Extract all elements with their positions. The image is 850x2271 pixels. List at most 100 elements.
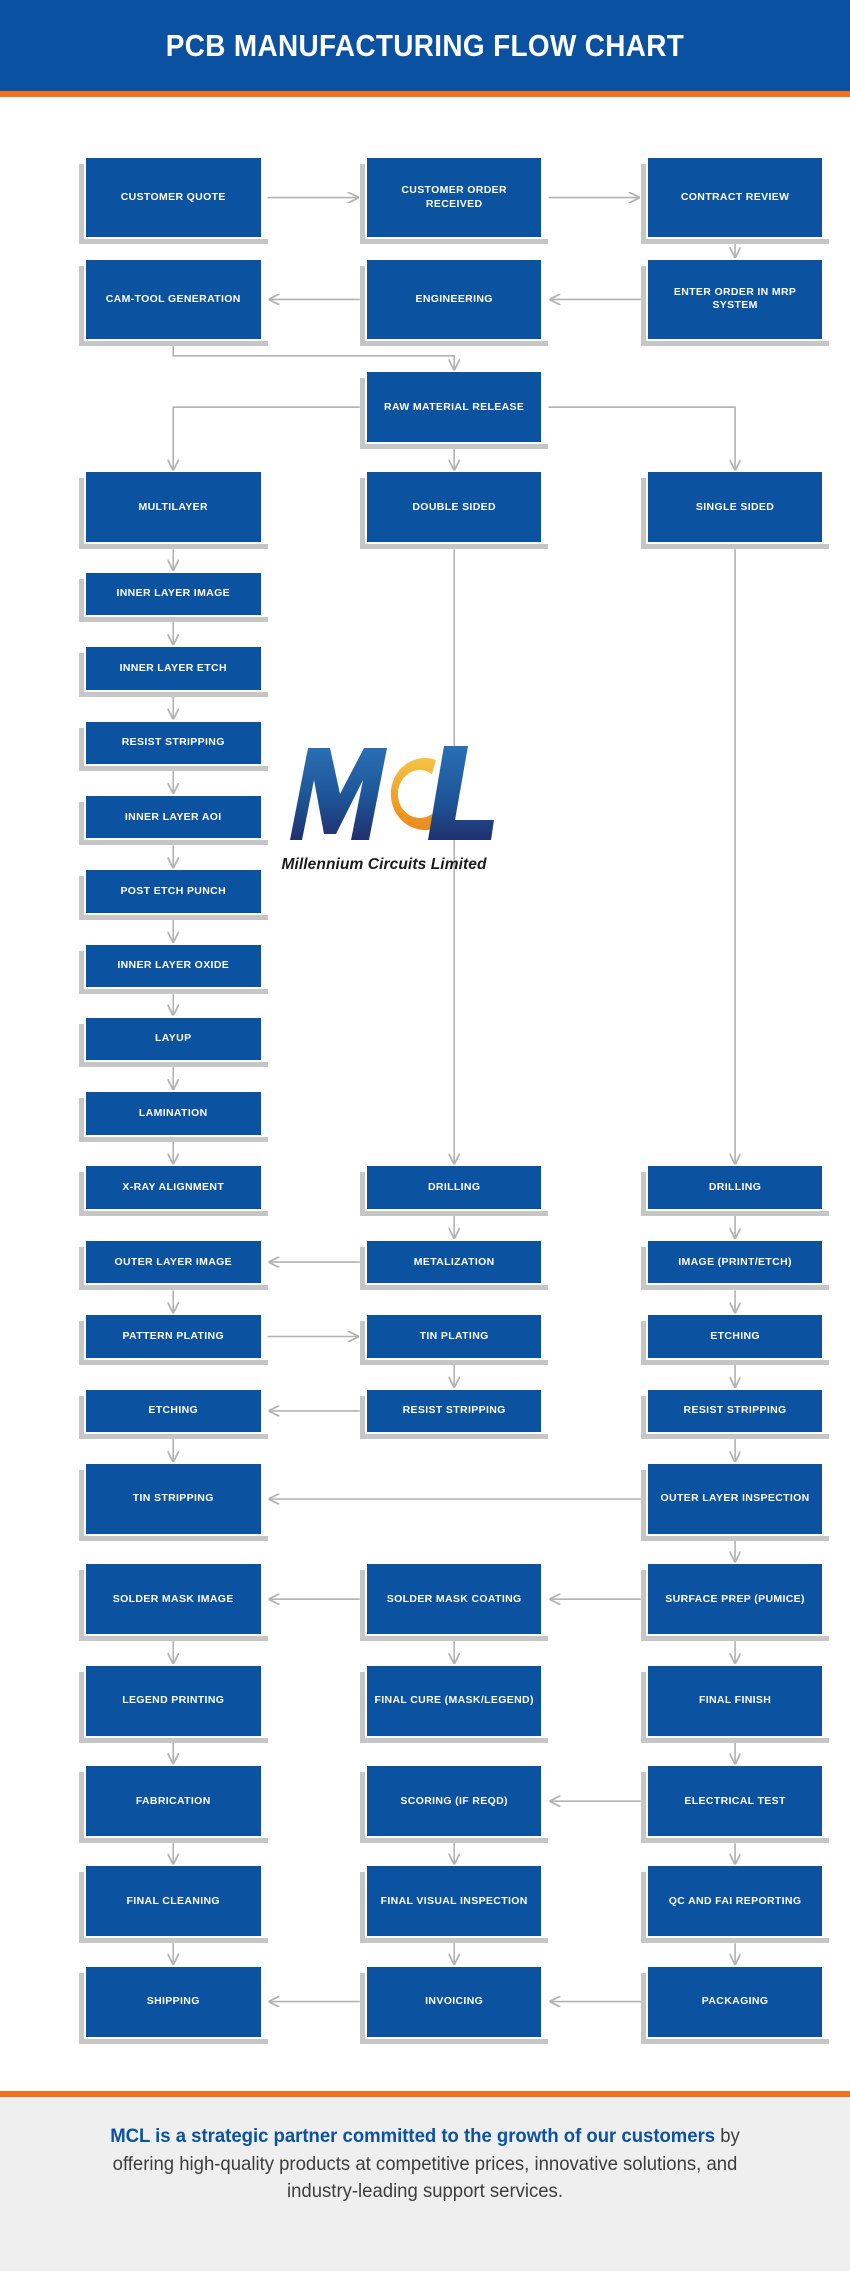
flow-node-label: Etching [148, 1404, 199, 1417]
flow-node-electrical-test[interactable]: Electrical Test [640, 1766, 830, 1843]
page-header: PCB Manufacturing Flow Chart [0, 0, 850, 97]
flow-node-label: Inner Layer Etch [119, 661, 227, 674]
flow-node-label: Engineering [415, 292, 493, 305]
flow-node-engineering[interactable]: Engineering [359, 259, 549, 346]
flow-node-drilling[interactable]: Drilling [640, 1166, 830, 1216]
flow-node-inner-layer-etch[interactable]: Inner Layer Etch [78, 647, 268, 697]
flow-node-label: Drilling [708, 1181, 762, 1194]
flow-node-label: Surface Prep (Pumice) [665, 1592, 805, 1605]
flow-node-invoicing[interactable]: Invoicing [359, 1966, 549, 2044]
flow-node-label: Invoicing [425, 1995, 484, 2008]
flow-node-etching[interactable]: Etching [78, 1389, 268, 1439]
flow-node-inner-layer-aoi[interactable]: Inner Layer AOI [78, 795, 268, 845]
flow-node-final-cure-mask-legend[interactable]: Final Cure (Mask/Legend) [359, 1666, 549, 1743]
flow-node-label: Drilling [427, 1181, 481, 1194]
flow-node-label: Single Sided [695, 500, 775, 513]
page-title: PCB Manufacturing Flow Chart [165, 27, 685, 63]
flow-node-label: Inner Layer Image [116, 587, 230, 600]
flow-node-resist-stripping[interactable]: Resist Stripping [78, 721, 268, 771]
flow-node-x-ray-alignment[interactable]: X-Ray Alignment [78, 1166, 268, 1216]
mcl-logo-tagline: Millennium Circuits Limited [281, 856, 487, 873]
flow-node-inner-layer-oxide[interactable]: Inner Layer Oxide [78, 944, 268, 994]
flow-node-layup[interactable]: Layup [78, 1017, 268, 1067]
flow-node-label: Solder Mask Image [112, 1592, 234, 1605]
mcl-logo: Millennium Circuits Limited [268, 742, 500, 874]
flow-node-final-finish[interactable]: Final Finish [640, 1666, 830, 1743]
flow-node-scoring-if-reqd[interactable]: Scoring (If Reqd) [359, 1766, 549, 1843]
flow-node-multilayer[interactable]: Multilayer [78, 472, 268, 550]
flow-node-fabrication[interactable]: Fabrication [78, 1766, 268, 1843]
flow-node-lamination[interactable]: Lamination [78, 1092, 268, 1141]
flow-node-label: Pattern Plating [122, 1329, 224, 1342]
flow-node-outer-layer-image[interactable]: Outer Layer Image [78, 1240, 268, 1290]
flow-node-single-sided[interactable]: Single Sided [640, 472, 830, 550]
flow-node-label: Customer Quote [120, 191, 226, 204]
flow-node-pattern-plating[interactable]: Pattern Plating [78, 1315, 268, 1365]
flow-node-label: Scoring (If Reqd) [400, 1794, 508, 1807]
flow-node-etching[interactable]: Etching [640, 1315, 830, 1365]
flow-node-final-cleaning[interactable]: Final Cleaning [78, 1866, 268, 1944]
flow-node-label: Electrical Test [684, 1794, 786, 1807]
flow-node-label: Etching [710, 1329, 760, 1342]
flow-node-label: Final Cleaning [126, 1894, 220, 1907]
flow-node-inner-layer-image[interactable]: Inner Layer Image [78, 572, 268, 622]
flow-node-label: CAM-Tool Generation [105, 292, 241, 305]
flow-node-shipping[interactable]: Shipping [78, 1966, 268, 2044]
flow-node-label: Solder Mask Coating [386, 1592, 522, 1605]
flow-node-contract-review[interactable]: Contract Review [640, 158, 830, 245]
flow-node-label: Tin Stripping [132, 1492, 214, 1505]
flow-node-solder-mask-image[interactable]: Solder Mask Image [78, 1564, 268, 1641]
flow-node-resist-stripping[interactable]: Resist Stripping [359, 1389, 549, 1439]
flow-node-label: Multilayer [138, 500, 208, 513]
flow-node-label: Packaging [701, 1995, 769, 2008]
flow-node-label: Final Finish [698, 1694, 772, 1707]
footer-tagline: MCL is a strategic partner committed to … [107, 2123, 744, 2206]
flow-node-label: Metalization [413, 1255, 495, 1268]
flow-node-metalization[interactable]: Metalization [359, 1240, 549, 1290]
flow-node-label: Enter Order in MRP System [673, 286, 797, 312]
flow-node-label: Raw Material Release [384, 400, 525, 413]
flow-node-label: Image (Print/Etch) [678, 1255, 792, 1268]
flow-node-qc-and-fai-reporting[interactable]: QC and FAI Reporting [640, 1866, 830, 1944]
flow-node-outer-layer-inspection[interactable]: Outer Layer Inspection [640, 1464, 830, 1541]
flow-node-label: Contract Review [680, 191, 790, 204]
flow-node-label: Final Visual Inspection [380, 1894, 528, 1907]
flow-node-label: Resist Stripping [683, 1404, 787, 1417]
flow-node-label: Outer Layer Image [114, 1255, 233, 1268]
flow-node-label: X-Ray Alignment [122, 1181, 225, 1194]
flow-node-double-sided[interactable]: Double Sided [359, 472, 549, 550]
flow-node-drilling[interactable]: Drilling [359, 1166, 549, 1216]
flow-node-raw-material-release[interactable]: Raw Material Release [359, 372, 549, 449]
page-footer: MCL is a strategic partner committed to … [0, 2097, 850, 2271]
flow-node-tin-stripping[interactable]: Tin Stripping [78, 1464, 268, 1541]
flow-node-enter-order-in-mrp-system[interactable]: Enter Order in MRP System [640, 259, 830, 346]
flow-node-label: Lamination [138, 1106, 208, 1119]
flow-node-surface-prep-pumice[interactable]: Surface Prep (Pumice) [640, 1564, 830, 1641]
flow-node-label: Legend Printing [122, 1694, 225, 1707]
flow-node-label: Tin Plating [419, 1329, 489, 1342]
flow-node-legend-printing[interactable]: Legend Printing [78, 1666, 268, 1743]
flow-node-label: Customer Order Received [401, 184, 507, 210]
flow-node-final-visual-inspection[interactable]: Final Visual Inspection [359, 1866, 549, 1944]
flow-node-packaging[interactable]: Packaging [640, 1966, 830, 2044]
flow-node-post-etch-punch[interactable]: Post Etch Punch [78, 870, 268, 920]
flow-node-label: Inner Layer Oxide [117, 959, 230, 972]
flow-node-label: Post Etch Punch [120, 885, 227, 897]
flow-node-customer-order-received[interactable]: Customer Order Received [359, 158, 549, 245]
flow-node-solder-mask-coating[interactable]: Solder Mask Coating [359, 1564, 549, 1641]
flow-node-label: Resist Stripping [402, 1404, 506, 1417]
flowchart-canvas: Customer Quote Customer Order Received Con… [0, 97, 850, 2091]
flow-node-resist-stripping[interactable]: Resist Stripping [640, 1389, 830, 1439]
mcl-logo-mark [268, 742, 500, 854]
footer-highlight: MCL is a strategic partner committed to … [110, 2125, 716, 2147]
flow-node-label: Fabrication [135, 1794, 211, 1807]
flow-node-cam-tool-generation[interactable]: CAM-Tool Generation [78, 259, 268, 346]
flow-node-customer-quote[interactable]: Customer Quote [78, 158, 268, 245]
flow-node-label: Outer Layer Inspection [660, 1492, 810, 1505]
flow-node-tin-plating[interactable]: Tin Plating [359, 1315, 549, 1365]
flow-node-image-print-etch[interactable]: Image (Print/Etch) [640, 1240, 830, 1290]
flow-node-label: Layup [155, 1032, 192, 1045]
flow-node-label: Resist Stripping [121, 736, 225, 749]
flow-node-label: Shipping [146, 1995, 200, 2008]
flow-node-label: Final Cure (Mask/Legend) [374, 1694, 534, 1707]
